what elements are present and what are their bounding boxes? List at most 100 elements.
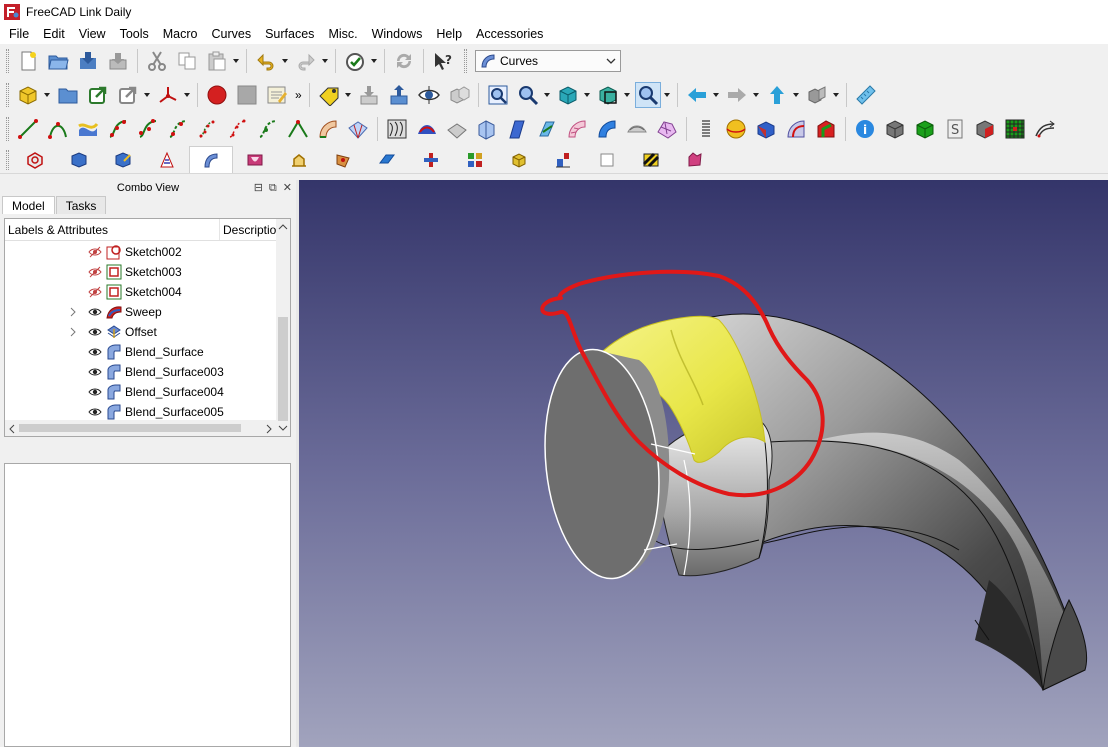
standard-views-button[interactable] [555,82,581,108]
hooks-button[interactable] [753,116,779,142]
solid-button[interactable] [912,116,938,142]
datum-axes-dropdown[interactable] [183,82,191,108]
open-button[interactable] [45,48,71,74]
sweep-tool-button[interactable] [594,116,620,142]
column-labels[interactable]: Labels & Attributes [5,219,220,240]
column-description[interactable]: Description [220,219,276,240]
recompute-check-button[interactable] [342,48,368,74]
refresh-button[interactable] [391,48,417,74]
workbench-tab-start[interactable] [13,147,57,173]
eye-icon[interactable] [88,345,102,359]
eye-icon[interactable] [88,325,102,339]
menu-tools[interactable]: Tools [113,24,156,44]
3d-viewport[interactable] [299,180,1108,747]
tree-horizontal-scrollbar[interactable] [5,420,276,436]
measure-tag-dropdown[interactable] [344,82,352,108]
stack-button[interactable] [446,82,472,108]
tree-item[interactable]: Blend_Surface003 [5,362,275,382]
undo-button[interactable] [253,48,279,74]
box-shape-button[interactable] [882,116,908,142]
pipeshell-button[interactable] [315,116,341,142]
toolbar-handle[interactable] [6,117,9,141]
fit-selection-dropdown[interactable] [543,82,551,108]
grid-button[interactable] [1002,116,1028,142]
scrollbar-thumb[interactable] [278,317,288,421]
workbench-tab-fasteners[interactable] [497,147,541,173]
back-dropdown[interactable] [712,82,720,108]
eye-hidden-icon[interactable] [88,285,102,299]
workbench-tab-assembly[interactable] [409,147,453,173]
menu-help[interactable]: Help [429,24,469,44]
workbench-tab-surface[interactable] [233,147,277,173]
surface-curve-button[interactable] [414,116,440,142]
interpolate-button[interactable] [105,116,131,142]
group-button[interactable] [55,82,81,108]
paste-button[interactable] [204,48,230,74]
toolbar-handle[interactable] [6,83,9,107]
chevron-down-icon[interactable] [278,424,288,432]
workbench-tab-caution[interactable] [629,147,673,173]
workbench-tab-a2plus[interactable] [453,147,497,173]
tab-tasks[interactable]: Tasks [55,196,107,214]
tab-model[interactable]: Model [2,196,55,214]
save-as-button[interactable] [105,48,131,74]
extend-face-button[interactable] [474,116,500,142]
macro-edit-button[interactable] [264,82,290,108]
menu-edit[interactable]: Edit [36,24,72,44]
parametric-curve-button[interactable] [165,116,191,142]
tree-item[interactable]: Offset [5,322,275,342]
sphere-button[interactable] [723,116,749,142]
draw-style-dropdown[interactable] [623,82,631,108]
datum-axes-button[interactable] [155,82,181,108]
redo-dropdown[interactable] [321,48,329,74]
fit-selection-button[interactable] [515,82,541,108]
cut-button[interactable] [144,48,170,74]
workbench-tab-surface-shape[interactable] [673,147,717,173]
dock-float-icon[interactable]: ⧉ [269,180,277,196]
tree-item[interactable]: Blend_Surface004 [5,382,275,402]
join-curve-button[interactable] [285,116,311,142]
paste-dropdown[interactable] [232,48,240,74]
macro-stop-button[interactable] [234,82,260,108]
menu-accessories[interactable]: Accessories [469,24,550,44]
profile-support-button[interactable] [813,116,839,142]
curvature-comb-button[interactable] [654,116,680,142]
sketch-on-surface-button[interactable] [75,116,101,142]
save-button[interactable] [75,48,101,74]
toolbar-handle[interactable] [464,49,467,73]
comb-button[interactable] [624,116,650,142]
link-button[interactable] [85,82,111,108]
chevron-right-icon[interactable] [69,322,77,342]
back-button[interactable] [684,82,710,108]
flat-face-button[interactable] [534,116,560,142]
discretize-button[interactable] [195,116,221,142]
curve-tool-button[interactable] [45,116,71,142]
spring-button[interactable] [693,116,719,142]
workbench-tab-draft[interactable] [145,147,189,173]
recompute-check-dropdown[interactable] [370,48,378,74]
toolbar-handle[interactable] [6,149,9,170]
zoom-mode-dropdown[interactable] [663,82,671,108]
dollar-tool-button[interactable]: S [942,116,968,142]
import-button[interactable] [356,82,382,108]
menu-misc[interactable]: Misc. [321,24,364,44]
tree-item[interactable]: Sweep [5,302,275,322]
split-curve-button[interactable] [255,116,281,142]
dock-restore-icon[interactable]: ⊟ [254,180,263,196]
tree-vertical-scrollbar[interactable] [276,219,290,436]
tree-item[interactable]: Blend_Surface005 [5,402,275,422]
menu-macro[interactable]: Macro [156,24,205,44]
toolbar-handle[interactable] [6,49,9,73]
toolbar-overflow-icon[interactable]: » [295,88,302,102]
fit-all-button[interactable] [485,82,511,108]
eye-icon[interactable] [88,305,102,319]
part-create-button[interactable] [15,82,41,108]
forward-dropdown[interactable] [752,82,760,108]
workbench-tab-curves[interactable] [189,146,233,173]
whats-this-button[interactable]: ? [430,48,456,74]
chevron-right-icon[interactable] [69,302,77,322]
measure-button[interactable] [853,82,879,108]
link-actions-button[interactable] [115,82,141,108]
workbench-tab-lattice[interactable] [321,147,365,173]
path-tool-button[interactable] [1032,116,1058,142]
